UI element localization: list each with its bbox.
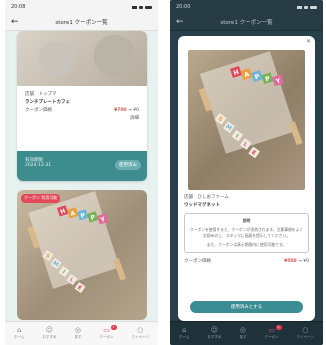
shop-row: 店舗 ひしおファーム [184,195,229,200]
tab-camera[interactable]: ◎ 探す [239,327,246,340]
mark-used-button[interactable]: 使用済みとする [190,301,303,313]
notice-box: 説明 クーポンを使用すると、クーポンが消費されます。注意事項をよくお読みの上、ス… [184,213,309,254]
tab-home[interactable]: ⌂ ホーム [179,327,189,340]
notification-badge: 1 [275,325,282,330]
notification-badge: 1 [110,325,117,330]
validity-bar: 有効期限 2024-12-31 使用済み [17,151,147,181]
wooden-clip [113,257,127,281]
coupon-photo: HAPPYSMILE [188,50,305,190]
tab-label: おすすめ [42,335,57,339]
tab-user[interactable]: ○ マイページ [297,327,314,340]
status-bar: 20:08 [5,0,158,14]
price-row: クーポン価格 ¥700 → ¥0 [25,108,139,114]
signal-icons [132,5,152,9]
coupon-icon: ▭ [268,326,275,334]
letter-block: E [248,146,260,159]
coupon-card[interactable]: HAPPYSMILE クーポン 利用可能 [17,190,147,320]
coupon-detail-screen: 20:00 ← store1 クーポン一覧 ✕ HAPPYSMILE 店舗 ひし… [170,0,323,345]
coupon-title: ウッドマグネット [184,202,220,208]
tab-label: クーポン [264,335,279,339]
back-arrow-icon[interactable]: ← [11,17,23,27]
used-button[interactable]: 使用済み [115,160,141,170]
tab-home[interactable]: ⌂ ホーム [14,327,24,340]
tab-people[interactable]: ☺ おすすめ [207,327,221,340]
coupon-card[interactable]: 店舗 トップマ ランチプレートカフェ クーポン価格 ¥700 → ¥0 詳細 有… [17,31,147,181]
tab-camera[interactable]: ◎ 探す [74,327,81,340]
close-icon[interactable]: ✕ [306,38,311,45]
wooden-clip [288,121,303,146]
tab-label: 探す [239,335,247,339]
user-icon: ○ [137,326,144,334]
coupon-photo [17,31,147,86]
tab-label: 探す [74,335,82,339]
page-title: store1 クーポン一覧 [220,20,273,26]
tab-bar: ⌂ ホーム ☺ おすすめ ◎ 探す ▭ 1 クーポン ○ マイページ [170,321,323,345]
notice-subtext: また、クーポンは表示期限内に使用可能です。 [206,241,287,247]
coupon-modal: ✕ HAPPYSMILE 店舗 ひしおファーム ウッドマグネット 説明 クーポン… [178,36,315,321]
signal-icons [297,5,317,9]
price-row: クーポン価格 ¥500 → ¥0 [184,259,309,265]
status-bar: 20:00 [170,0,323,14]
status-time: 20:00 [176,4,191,10]
camera-icon: ◎ [239,326,247,334]
tab-label: マイページ [296,335,314,339]
coupon-title: ランチプレートカフェ [25,100,70,106]
tab-label: クーポン [99,335,114,339]
coupon-list-screen: 20:08 ← store1 クーポン一覧 店舗 トップマ ランチプレートカフェ… [5,0,158,345]
letter-block: E [74,282,86,294]
nav-bar: ← store1 クーポン一覧 [5,14,158,31]
tab-coupon[interactable]: ▭ 1 クーポン [99,325,117,340]
tab-label: おすすめ [207,335,222,339]
home-icon: ⌂ [181,326,187,334]
gift-bag [199,51,296,154]
tab-label: ホーム [14,335,25,339]
coupon-badge: クーポン 利用可能 [21,194,61,203]
shop-row: 店舗 トップマ [25,92,57,97]
tab-coupon[interactable]: ▭ 1 クーポン [264,325,282,340]
home-icon: ⌂ [16,326,22,334]
back-arrow-icon[interactable]: ← [176,17,188,27]
coupon-icon: ▭ [103,326,110,334]
gift-bag [28,191,120,289]
coupon-photo: HAPPYSMILE [17,190,147,320]
wood-blocks-illustration: H A P P YSMILE [27,191,127,294]
camera-icon: ◎ [74,326,82,334]
people-icon: ☺ [210,326,219,334]
page-title: store1 クーポン一覧 [55,20,108,26]
tab-label: マイページ [131,335,149,339]
status-time: 20:08 [11,4,26,10]
notice-text: クーポンを使用すると、クーポンが消費されます。注意事項をよくお読みの上、スタッフ… [189,226,304,239]
notice-title: 説明 [242,218,251,224]
tab-people[interactable]: ☺ おすすめ [42,327,56,340]
tab-label: ホーム [179,335,190,339]
detail-link[interactable]: 詳細 [25,115,139,123]
nav-bar: ← store1 クーポン一覧 [170,14,323,31]
people-icon: ☺ [45,326,54,334]
wood-blocks-illustration: H A P P YSMILE [198,51,303,159]
user-icon: ○ [302,326,309,334]
tab-bar: ⌂ ホーム ☺ おすすめ ◎ 探す ▭ 1 クーポン ○ マイページ [5,321,158,345]
tab-user[interactable]: ○ マイページ [132,327,149,340]
